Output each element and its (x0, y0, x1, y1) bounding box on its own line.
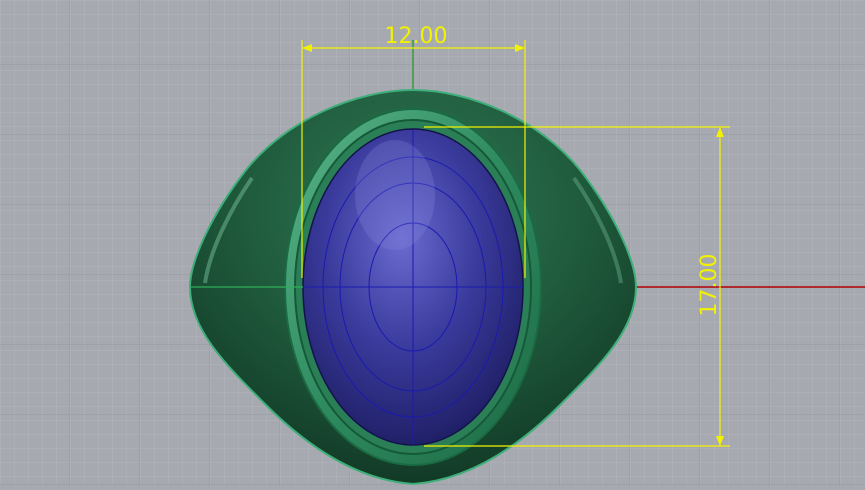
gemstone-highlight (355, 140, 435, 250)
cad-viewport[interactable]: 12.00 17.00 (0, 0, 865, 486)
width-dimension-label: 12.00 (385, 24, 448, 49)
height-dimension-label: 17.00 (697, 254, 722, 317)
viewport-canvas[interactable]: 12.00 17.00 (0, 0, 865, 486)
